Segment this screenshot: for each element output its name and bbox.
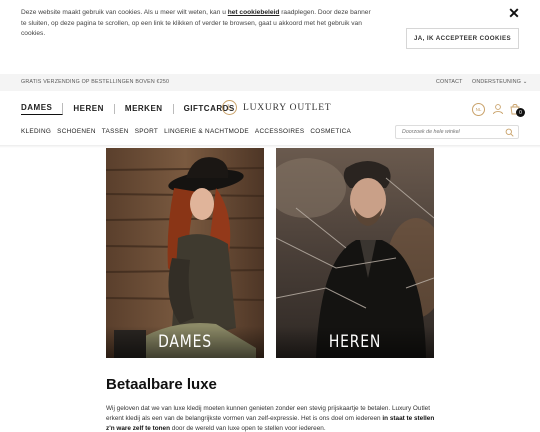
logo-mark: L <box>222 100 237 115</box>
category-navigation: KLEDING SCHOENEN TASSEN SPORT LINGERIE &… <box>21 128 357 135</box>
search-box <box>395 125 519 139</box>
category-tile-heren[interactable]: HEREN <box>276 148 434 358</box>
support-dropdown[interactable]: ONDERSTEUNING ⌄ <box>472 79 527 85</box>
logo-text: LUXURY OUTLET <box>243 102 332 113</box>
tile-label-dames: DAMES <box>158 332 212 352</box>
cookie-message: Deze website maakt gebruik van cookies. … <box>21 8 371 40</box>
subnav-item-cosmetica[interactable]: COSMETICA <box>310 128 351 135</box>
main-navigation: DAMES HEREN MERKEN GIFTCARDS <box>21 103 245 115</box>
cookie-banner: Deze website maakt gebruik van cookies. … <box>0 0 540 68</box>
user-icon[interactable] <box>492 103 504 115</box>
tile-label-heren: HEREN <box>328 332 382 352</box>
accept-cookies-button[interactable]: JA, IK ACCEPTEER COOKIES <box>406 28 519 49</box>
section-title: Betaalbare luxe <box>106 376 217 393</box>
shipping-notice: GRATIS VERZENDING OP BESTELLINGEN BOVEN … <box>21 79 170 85</box>
language-selector[interactable]: NL <box>472 103 485 116</box>
subnav-item-lingerie[interactable]: LINGERIE & NACHTMODE <box>164 128 249 135</box>
contact-link[interactable]: CONTACT <box>436 79 463 85</box>
close-icon[interactable]: ✕ <box>506 5 522 21</box>
site-logo[interactable]: L LUXURY OUTLET <box>222 100 331 115</box>
nav-item-dames[interactable]: DAMES <box>21 103 64 115</box>
cart-count-badge: 0 <box>516 108 525 117</box>
section-body: Wij geloven dat we van luxe kledij moete… <box>106 404 436 432</box>
search-icon[interactable] <box>505 128 514 137</box>
subnav-item-schoenen[interactable]: SCHOENEN <box>57 128 96 135</box>
subnav-item-kleding[interactable]: KLEDING <box>21 128 51 135</box>
nav-item-heren[interactable]: HEREN <box>63 104 115 114</box>
subnav-item-sport[interactable]: SPORT <box>135 128 158 135</box>
search-input[interactable] <box>402 129 502 135</box>
header-divider <box>0 145 540 148</box>
section-body-end: door de wereld van luxe open te stellen … <box>170 425 326 432</box>
subnav-item-accessoires[interactable]: ACCESSOIRES <box>255 128 304 135</box>
category-tile-dames[interactable]: DAMES <box>106 148 264 358</box>
cookie-text-start: Deze website maakt gebruik van cookies. … <box>21 9 228 16</box>
subnav-item-tassen[interactable]: TASSEN <box>102 128 129 135</box>
nav-item-merken[interactable]: MERKEN <box>115 104 174 114</box>
cookie-policy-link[interactable]: het cookiebeleid <box>228 9 280 16</box>
top-info-bar: GRATIS VERZENDING OP BESTELLINGEN BOVEN … <box>0 74 540 91</box>
